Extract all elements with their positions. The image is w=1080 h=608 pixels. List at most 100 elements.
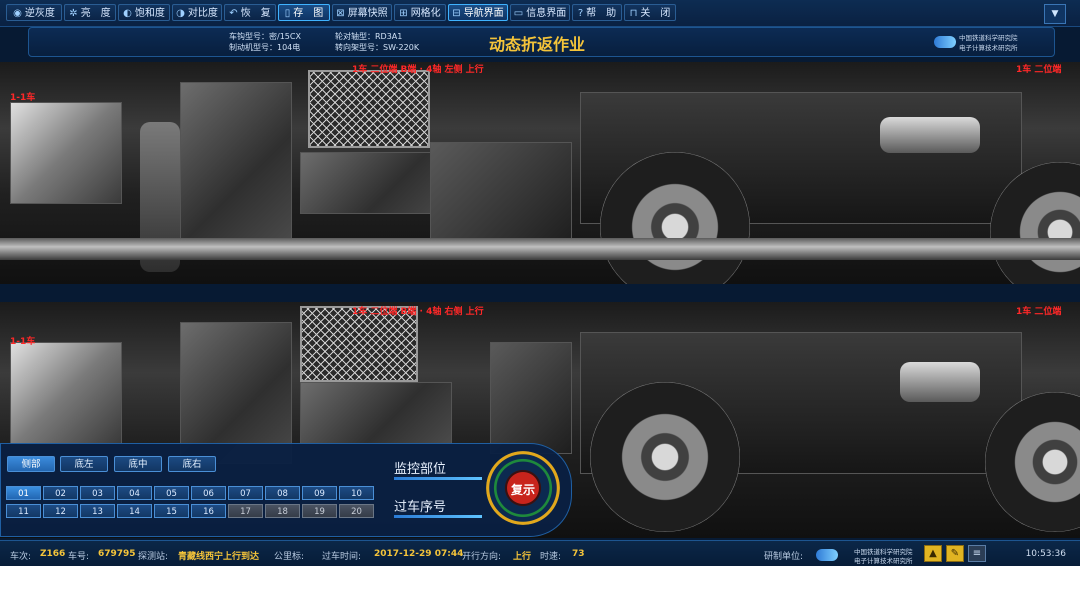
vehicle-model: 车钩型号：密/15CX [229, 32, 301, 41]
org-logo-icon [934, 36, 956, 48]
contrast-icon: ◑ [176, 8, 185, 19]
bogie-model: 转向架型号：SW-220K [335, 43, 420, 52]
screenshot-button[interactable]: ⊠ 屏幕快照 [332, 4, 392, 21]
invert-gray-label: 逆灰度 [24, 8, 55, 19]
wrench-icon[interactable]: ✎ [946, 545, 964, 562]
seq-btn-03[interactable]: 03 [80, 486, 115, 500]
status-bar: 车次: Z166 车号: 679795 探测站: 青藏线西宁上行到达 公里标: … [0, 540, 1080, 567]
car-status-icon[interactable]: ▲ [924, 545, 942, 562]
axle-box [880, 117, 980, 153]
undo-icon: ↶ [229, 8, 238, 19]
pass-time-key: 过车时间: [322, 552, 362, 562]
seq-btn-10[interactable]: 10 [339, 486, 374, 500]
grid-button[interactable]: ⊞ 网格化 [394, 4, 446, 21]
info-view-label: 信息界面 [526, 8, 567, 19]
grid-label: 网格化 [410, 8, 441, 19]
toolbar: ◉ 逆灰度 ✲ 亮 度 ◐ 饱和度 ◑ 对比度 ↶ 恢 复 ▯ 存 图 ⊠ 屏幕快照 ⊞ 网格化… [0, 0, 1080, 27]
tab-bottom-left[interactable]: 底左 [60, 456, 108, 472]
screenshot-label: 屏幕快照 [347, 8, 388, 19]
chevron-down-icon: ▼ [1051, 9, 1059, 19]
seq-btn-16[interactable]: 16 [191, 504, 226, 518]
monitor-position-label: 监控部位 [394, 462, 447, 477]
tab-bottom-center[interactable]: 底中 [114, 456, 162, 472]
car-no-key: 车号: [68, 552, 90, 562]
contrast-label: 对比度 [187, 8, 218, 19]
restore-button[interactable]: ↶ 恢 复 [224, 4, 276, 21]
saturation-icon: ◐ [123, 8, 132, 19]
dropdown-toggle-button[interactable]: ▼ [1044, 4, 1066, 24]
seq-btn-18[interactable]: 18 [265, 504, 300, 518]
pass-sequence-label: 过车序号 [394, 500, 447, 515]
seq-btn-02[interactable]: 02 [43, 486, 78, 500]
invert-icon: ◉ [13, 8, 22, 19]
seq-btn-07[interactable]: 07 [228, 486, 263, 500]
seq-btn-05[interactable]: 05 [154, 486, 189, 500]
org-logo-icon [816, 549, 838, 561]
saturation-label: 饱和度 [134, 8, 165, 19]
dev-unit-key: 研制单位: [764, 552, 804, 562]
seq-btn-15[interactable]: 15 [154, 504, 189, 518]
tab-side[interactable]: 侧部 [7, 456, 55, 472]
seq-btn-14[interactable]: 14 [117, 504, 152, 518]
car-label-right: 1车 二位端 [1016, 65, 1062, 75]
saturation-button[interactable]: ◐ 饱和度 [118, 4, 170, 21]
info-view-button[interactable]: ▭ 信息界面 [510, 4, 570, 21]
brightness-button[interactable]: ✲ 亮 度 [64, 4, 116, 21]
monitor-underline [394, 477, 482, 480]
seq-btn-13[interactable]: 13 [80, 504, 115, 518]
speed-key: 时速: [540, 552, 562, 562]
gearbox-block [490, 342, 572, 454]
coupler-body [10, 102, 122, 204]
grid-icon: ⊞ [399, 8, 408, 19]
seq-btn-04[interactable]: 04 [117, 486, 152, 500]
page-title: 动态折返作业 [489, 35, 586, 54]
invert-gray-button[interactable]: ◉ 逆灰度 [6, 4, 62, 21]
screenshot-icon: ⊠ [336, 8, 345, 19]
seq-btn-17[interactable]: 17 [228, 504, 263, 518]
seq-btn-01[interactable]: 01 [6, 486, 41, 500]
axle-box [900, 362, 980, 402]
bracket-block [180, 82, 292, 244]
gearbox-block [430, 142, 572, 244]
pass-time-value: 2017-12-29 07:44 [374, 549, 464, 559]
seq-btn-08[interactable]: 08 [265, 486, 300, 500]
close-button[interactable]: ⊓ 关 闭 [624, 4, 676, 21]
help-button[interactable]: ? 帮 助 [572, 4, 622, 21]
nav-icon: ⊟ [452, 8, 461, 19]
seq-btn-11[interactable]: 11 [6, 504, 41, 518]
direction-value: 上行 [513, 552, 532, 562]
help-icon: ? [577, 8, 584, 19]
nav-view-label: 导航界面 [463, 8, 504, 19]
seq-btn-06[interactable]: 06 [191, 486, 226, 500]
save-icon: ▯ [284, 8, 291, 19]
camera-view-left-side[interactable]: 1-1车 1车 二位端 B端 · 4轴 左侧 上行 1车 二位端 [0, 62, 1080, 284]
car-label-left: 1-1车 [10, 337, 36, 347]
speed-value: 73 [572, 549, 585, 559]
clock: 10:53:36 [1025, 549, 1066, 559]
info-header: 车钩型号：密/15CX 制动机型号：104电 轮对轴型：RD3A1 转向架型号：… [28, 27, 1055, 57]
position-label: 1车 二位端 B端 · 4轴 右侧 上行 [352, 307, 484, 317]
seq-btn-09[interactable]: 09 [302, 486, 337, 500]
car-label-right: 1车 二位端 [1016, 307, 1062, 317]
tab-bottom-right[interactable]: 底右 [168, 456, 216, 472]
org-name-line2: 电子计算技术研究所 [959, 44, 1018, 52]
seq-btn-12[interactable]: 12 [43, 504, 78, 518]
contrast-button[interactable]: ◑ 对比度 [172, 4, 222, 21]
restore-label: 恢 复 [240, 8, 271, 19]
list-icon[interactable]: ≡ [968, 545, 986, 562]
seq-btn-20[interactable]: 20 [339, 504, 374, 518]
car-no-value: 679795 [98, 549, 136, 559]
wheel-left [590, 382, 740, 532]
seq-btn-19[interactable]: 19 [302, 504, 337, 518]
station-key: 探测站: [138, 552, 169, 562]
save-image-button[interactable]: ▯ 存 图 [278, 4, 330, 21]
org-name-line1: 中国铁道科学研究院 [959, 34, 1018, 42]
save-image-label: 存 图 [293, 8, 324, 19]
nav-view-button[interactable]: ⊟ 导航界面 [448, 4, 508, 21]
air-grille [300, 306, 418, 382]
bottom-blank-area [0, 566, 1080, 608]
wheelset-model: 轮对轴型：RD3A1 [335, 32, 403, 41]
info-icon: ▭ [513, 8, 524, 19]
replay-button-label[interactable]: 复示 [486, 481, 560, 498]
direction-key: 开行方向: [462, 552, 502, 562]
